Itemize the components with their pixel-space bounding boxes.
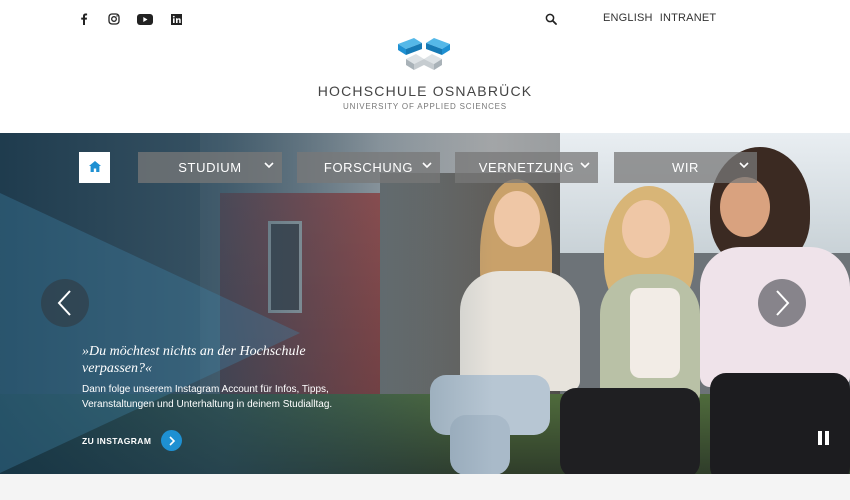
brand-title: HOCHSCHULE OSNABRÜCK	[317, 83, 533, 99]
chevron-down-icon	[422, 162, 432, 169]
chevron-right-icon	[776, 290, 790, 316]
chevron-left-icon	[57, 290, 71, 316]
slider-prev-button[interactable]	[41, 279, 89, 327]
linkedin-icon[interactable]	[168, 11, 184, 27]
nav-studium[interactable]: STUDIUM	[138, 152, 282, 183]
page-bottom-strip	[0, 474, 850, 500]
search-icon[interactable]	[545, 12, 561, 28]
nav-wir[interactable]: WIR	[614, 152, 757, 183]
home-button[interactable]	[79, 152, 110, 183]
hs-logo[interactable]	[396, 35, 452, 71]
brand-subtitle: UNIVERSITY OF APPLIED SCIENCES	[343, 102, 507, 111]
chevron-right-icon	[161, 430, 183, 451]
hero-body-text: Dann folge unserem Instagram Account für…	[82, 384, 333, 410]
instagram-cta[interactable]: ZU INSTAGRAM	[82, 430, 183, 451]
chevron-down-icon	[580, 162, 590, 169]
social-links	[76, 11, 184, 27]
nav-forschung-label: FORSCHUNG	[323, 160, 414, 175]
chevron-down-icon	[264, 162, 274, 169]
nav-vernetzung[interactable]: VERNETZUNG	[455, 152, 598, 183]
instagram-icon[interactable]	[106, 11, 122, 27]
chevron-down-icon	[739, 162, 749, 169]
english-link[interactable]: ENGLISH	[603, 12, 653, 24]
facebook-icon[interactable]	[76, 11, 92, 27]
site-header: ENGLISH INTRANET HOCHSCHULE OSNABRÜCK UN…	[0, 0, 850, 133]
hero-headline: »Du möchtest nichts an der Hochschule ve…	[82, 344, 306, 376]
pause-icon[interactable]	[818, 431, 830, 445]
nav-studium-label: STUDIUM	[178, 160, 242, 175]
home-icon	[88, 159, 101, 177]
intranet-link[interactable]: INTRANET	[660, 12, 717, 24]
slider-next-button[interactable]	[758, 279, 806, 327]
nav-forschung[interactable]: FORSCHUNG	[297, 152, 440, 183]
nav-vernetzung-label: VERNETZUNG	[478, 160, 575, 175]
hero-slider: STUDIUM FORSCHUNG VERNETZUNG WIR »Du möc…	[0, 133, 850, 474]
nav-wir-label: WIR	[671, 160, 700, 175]
youtube-icon[interactable]	[136, 11, 154, 27]
instagram-cta-label: ZU INSTAGRAM	[82, 435, 152, 446]
utility-nav: ENGLISH INTRANET	[603, 12, 716, 24]
